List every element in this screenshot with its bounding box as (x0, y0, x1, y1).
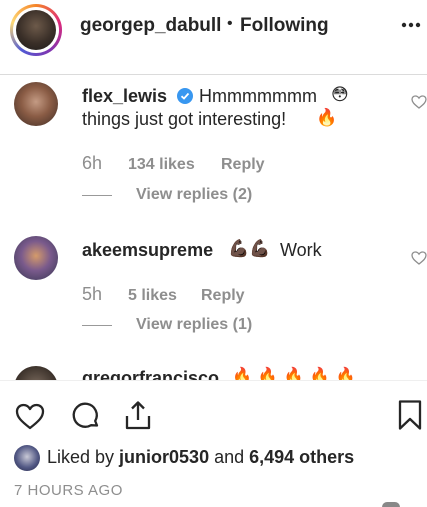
comment-username[interactable]: gregorfrancisco (82, 368, 219, 380)
comment-avatar[interactable] (14, 366, 58, 380)
post-timestamp: 7 HOURS AGO (14, 482, 123, 499)
liked-by-text: Liked by junior0530 and 6,494 others (47, 447, 354, 468)
replies-divider (82, 195, 112, 196)
reply-button[interactable]: Reply (201, 287, 245, 305)
liked-by-prefix: Liked by (47, 447, 120, 467)
comment-text: Work (280, 240, 322, 260)
view-replies-link[interactable]: View replies (2) (136, 186, 252, 204)
comment-like-heart-icon[interactable] (411, 250, 427, 266)
comment-time: 6h (82, 153, 103, 173)
post-action-bar: Liked by junior0530 and 6,494 others 7 H… (0, 380, 427, 507)
fire-emoji-row: 🔥🔥🔥🔥🔥 (232, 368, 362, 380)
comment-avatar[interactable] (14, 82, 58, 126)
header-separator: • (227, 15, 233, 32)
following-button[interactable]: Following (240, 15, 329, 37)
comment-text-line1: Hmmmmmmm (199, 86, 317, 106)
fire-emoji: 🔥 (316, 108, 338, 127)
flexed-biceps-emoji: 💪🏿💪🏿 (228, 239, 271, 258)
more-horizontal-icon[interactable] (400, 14, 422, 36)
comment-username[interactable]: flex_lewis (82, 86, 167, 107)
liked-by-row[interactable]: Liked by junior0530 and 6,494 others (14, 445, 414, 473)
reply-button[interactable]: Reply (221, 156, 265, 174)
comment-username[interactable]: akeemsupreme (82, 240, 213, 261)
comment-likes[interactable]: 5 likes (128, 287, 177, 305)
verified-badge-icon (177, 88, 193, 104)
replies-divider (82, 325, 112, 326)
bookmark-icon[interactable] (397, 399, 423, 431)
liked-by-conjunction: and (209, 447, 250, 467)
heart-icon[interactable] (14, 400, 46, 432)
header-avatar[interactable] (10, 4, 62, 56)
scroll-indicator (382, 502, 400, 507)
view-replies-link[interactable]: View replies (1) (136, 316, 252, 334)
share-icon[interactable] (122, 398, 154, 432)
flushed-face-emoji: 😳 (331, 85, 349, 104)
liked-by-user[interactable]: junior0530 (119, 447, 209, 467)
comment-icon[interactable] (70, 400, 102, 432)
header-username[interactable]: georgep_dabull (80, 15, 221, 37)
liker-avatar[interactable] (14, 445, 40, 471)
post-header: georgep_dabull • Following (0, 0, 427, 75)
liked-by-count[interactable]: 6,494 others (249, 447, 354, 467)
comment-time: 5h (82, 284, 103, 304)
comment-likes[interactable]: 134 likes (128, 156, 195, 174)
comment-like-heart-icon[interactable] (411, 94, 427, 110)
comment-text-line2: things just got interesting! (82, 109, 287, 129)
partial-comment: gregorfrancisco 🔥🔥🔥🔥🔥 (0, 364, 427, 380)
comment-avatar[interactable] (14, 236, 58, 280)
